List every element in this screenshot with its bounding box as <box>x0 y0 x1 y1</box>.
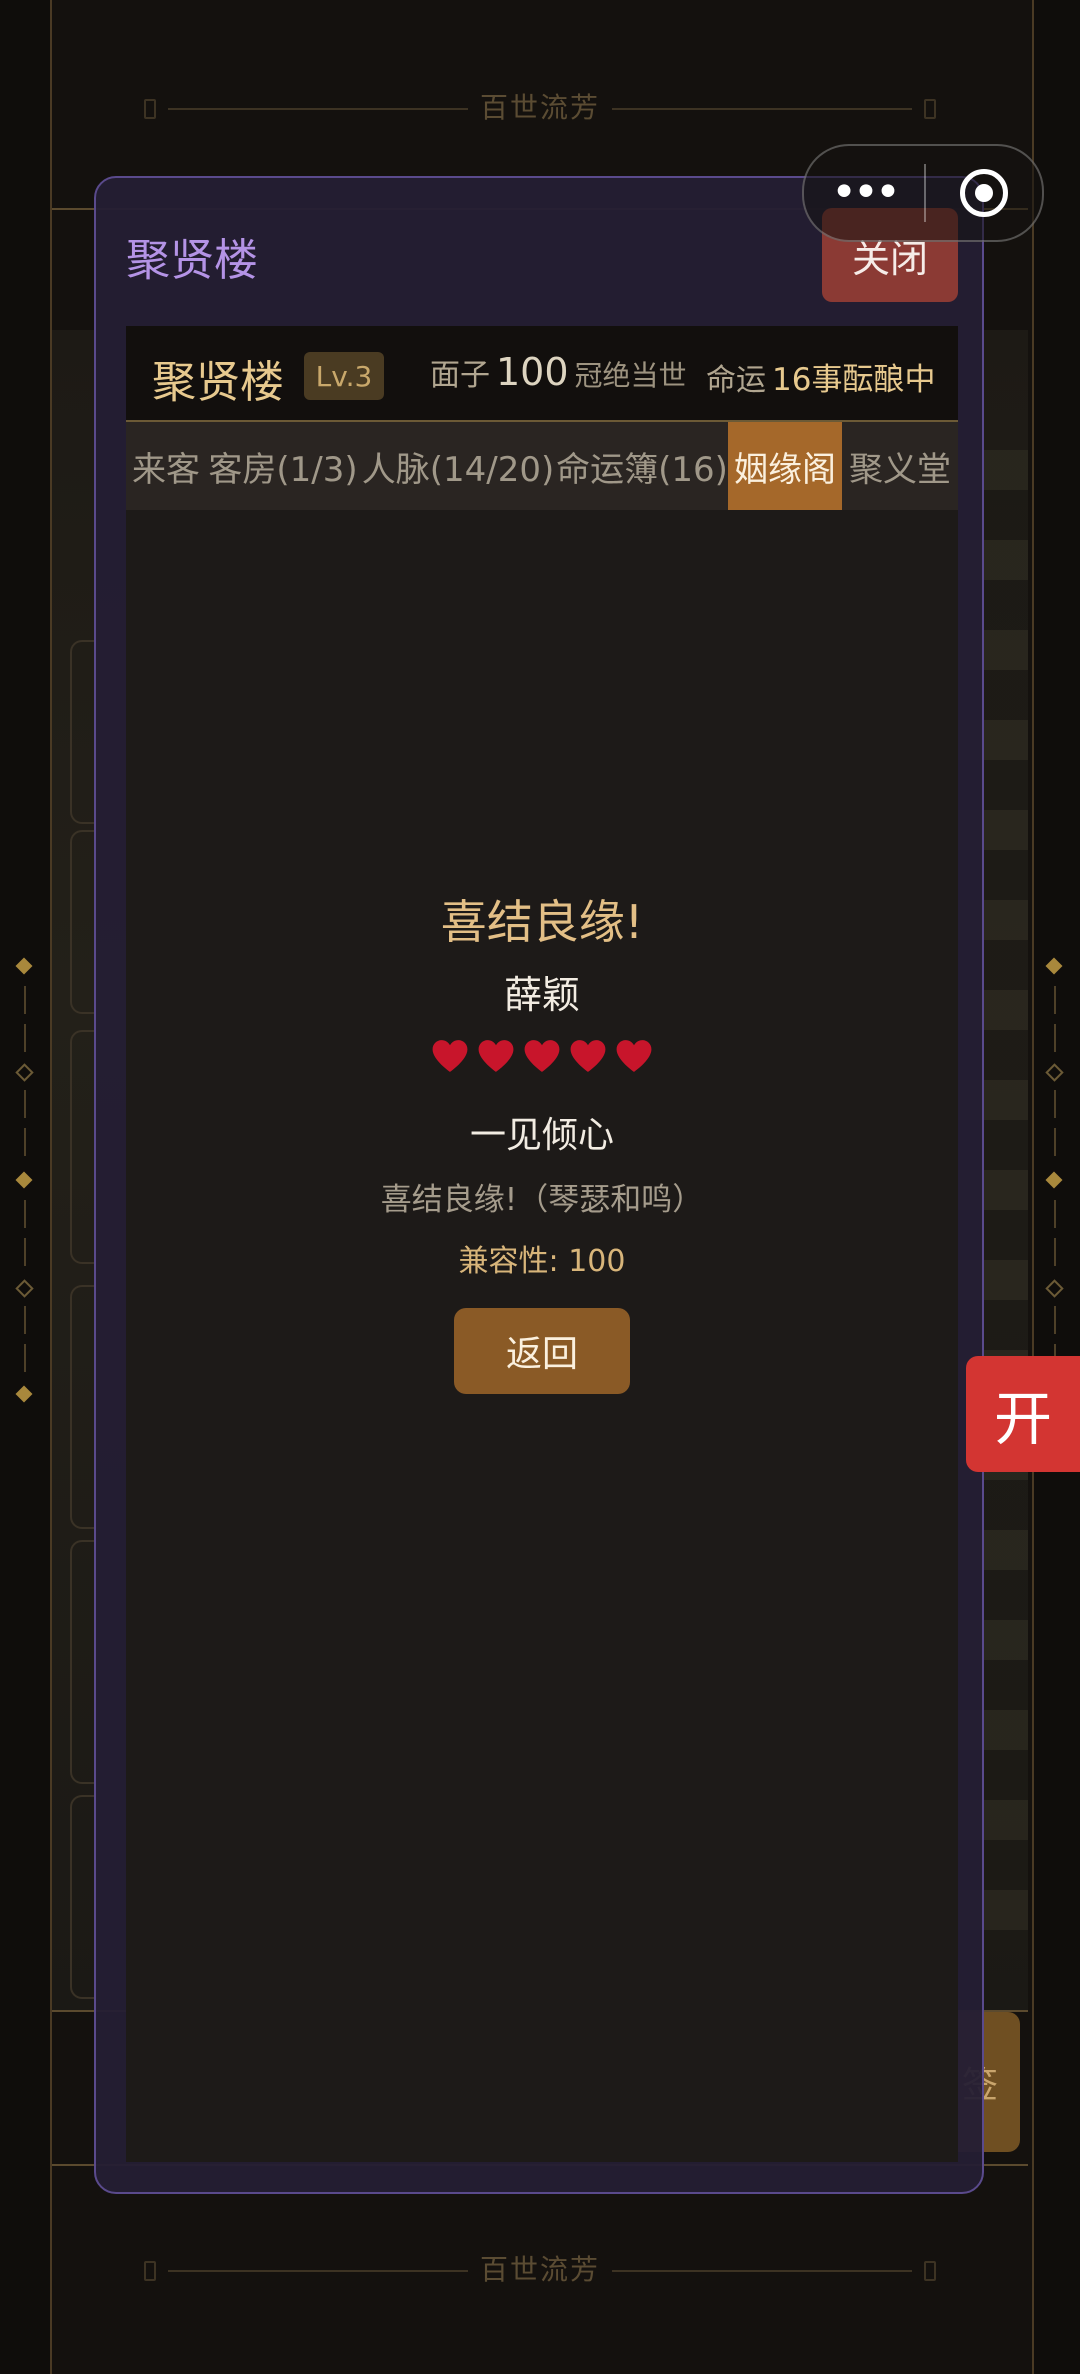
background-card <box>70 640 96 824</box>
heart-rating <box>126 1038 958 1094</box>
partner-name: 薛颖 <box>503 973 580 1017</box>
top-banner: 百世流芳 <box>0 86 1080 126</box>
open-button[interactable]: 开 <box>966 1356 1080 1472</box>
modal-content: 聚贤楼 Lv.3 面子 100 冠绝当世 命运 16事酝酿中 来客 客房(1/3) 人… <box>126 326 958 2162</box>
heart-icon <box>524 1040 560 1072</box>
fate-value: 16事酝酿中 <box>772 362 936 398</box>
heart-icon <box>616 1040 652 1072</box>
tab-fate-book[interactable]: 命运簿(16) <box>556 422 728 510</box>
result-description: 喜结良缘!（琴瑟和鸣） <box>380 1182 704 1218</box>
right-ornament <box>1045 957 1066 1420</box>
compatibility-value: 兼容性: 100 <box>458 1244 626 1279</box>
building-name: 聚贤楼 <box>152 357 284 408</box>
result-title: 喜结良缘! <box>440 895 644 949</box>
level-badge: Lv.3 <box>304 352 384 400</box>
tab-guest-rooms[interactable]: 客房(1/3) <box>206 422 360 510</box>
modal-title: 聚贤楼 <box>126 235 258 286</box>
face-stat: 面子 100 冠绝当世 <box>430 350 687 394</box>
back-button[interactable]: 返回 <box>454 1308 630 1394</box>
bottom-banner: 百世流芳 <box>0 2248 1080 2288</box>
fate-label: 命运 <box>706 363 766 398</box>
tab-visitors[interactable]: 来客 <box>126 422 206 510</box>
affinity-level: 一见倾心 <box>469 1115 614 1156</box>
left-ornament <box>15 957 36 1420</box>
close-miniprogram-icon[interactable] <box>926 169 1042 217</box>
heart-icon <box>432 1040 468 1072</box>
banner-text: 百世流芳 <box>479 2253 600 2286</box>
miniprogram-capsule: ••• <box>802 144 1044 242</box>
heart-icon <box>478 1040 514 1072</box>
tab-brotherhood-hall[interactable]: 聚义堂 <box>842 422 958 510</box>
background-card <box>70 1285 96 1529</box>
face-label: 面子 <box>430 358 490 393</box>
banner-text: 百世流芳 <box>479 91 600 124</box>
tab-bar: 来客 客房(1/3) 人脉(14/20) 命运簿(16) 姻缘阁 聚义堂 <box>126 422 958 510</box>
tab-marriage-pavilion[interactable]: 姻缘阁 <box>728 422 842 510</box>
fate-stat: 命运 16事酝酿中 <box>706 354 935 399</box>
tab-connections[interactable]: 人脉(14/20) <box>360 422 556 510</box>
heart-icon <box>570 1040 606 1072</box>
background-card <box>70 1030 96 1264</box>
juxian-modal: 聚贤楼 关闭 聚贤楼 Lv.3 面子 100 冠绝当世 命运 16事酝酿中 来客 客房… <box>94 176 984 2194</box>
marriage-result: 喜结良缘! 薛颖 一见倾心 喜结良缘!（琴瑟和鸣） 兼容性: 100 返回 <box>126 886 958 1394</box>
background-card <box>70 1540 96 1784</box>
more-icon[interactable]: ••• <box>804 171 924 215</box>
face-rank: 冠绝当世 <box>574 359 687 392</box>
background-card <box>70 1795 96 1999</box>
face-value: 100 <box>496 350 569 394</box>
background-card <box>70 830 96 1014</box>
building-header: 聚贤楼 Lv.3 面子 100 冠绝当世 命运 16事酝酿中 <box>126 326 958 422</box>
